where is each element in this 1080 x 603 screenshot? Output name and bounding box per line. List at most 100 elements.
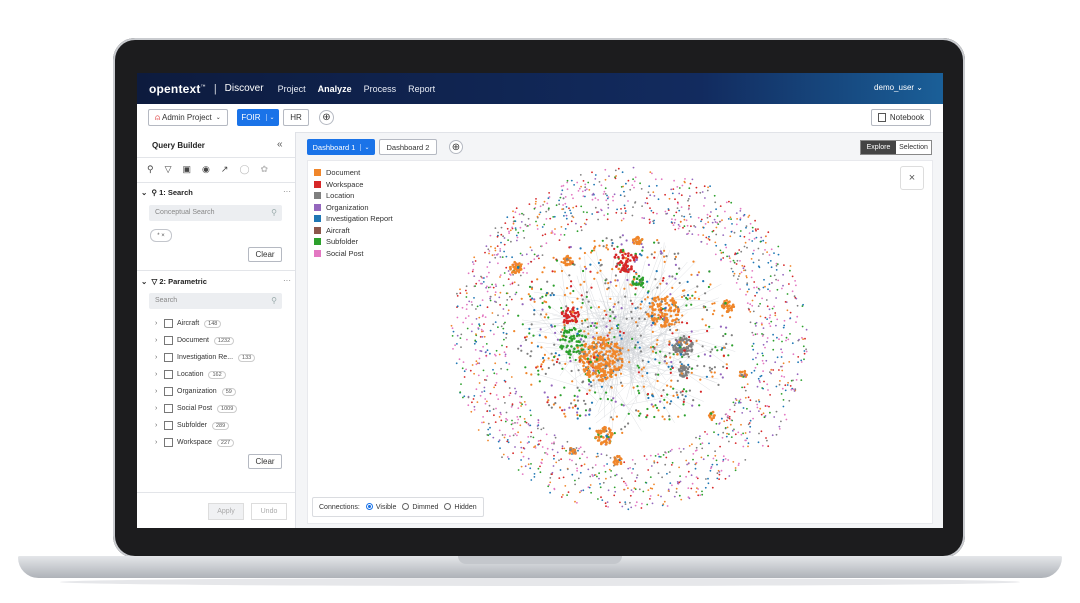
- graph-node[interactable]: [728, 257, 731, 259]
- graph-node[interactable]: [538, 443, 540, 445]
- graph-node[interactable]: [490, 245, 492, 248]
- add-dashboard-button[interactable]: ⊕: [449, 140, 463, 154]
- graph-node[interactable]: [527, 262, 530, 265]
- graph-node[interactable]: [749, 303, 752, 306]
- graph-node[interactable]: [530, 280, 533, 283]
- graph-node[interactable]: [706, 329, 709, 333]
- graph-node[interactable]: [665, 255, 668, 258]
- graph-node[interactable]: [479, 304, 482, 307]
- graph-node[interactable]: [654, 278, 657, 281]
- graph-node[interactable]: [735, 282, 738, 284]
- graph-node[interactable]: [540, 428, 543, 431]
- graph-node[interactable]: [732, 429, 735, 432]
- graph-node[interactable]: [630, 489, 633, 491]
- graph-node[interactable]: [686, 463, 688, 466]
- graph-node[interactable]: [674, 228, 677, 231]
- graph-node[interactable]: [504, 355, 507, 358]
- graph-node[interactable]: [533, 253, 536, 256]
- graph-node[interactable]: [627, 412, 630, 415]
- graph-node[interactable]: [565, 449, 567, 452]
- graph-node[interactable]: [613, 345, 616, 348]
- graph-node[interactable]: [643, 455, 646, 457]
- graph-node[interactable]: [519, 274, 522, 277]
- graph-node[interactable]: [456, 334, 459, 337]
- graph-node[interactable]: [789, 333, 791, 335]
- graph-node[interactable]: [581, 190, 584, 193]
- graph-node[interactable]: [558, 203, 561, 206]
- graph-node[interactable]: [663, 323, 666, 327]
- graph-node[interactable]: [506, 440, 509, 443]
- graph-node[interactable]: [673, 214, 675, 217]
- graph-node[interactable]: [646, 372, 649, 375]
- graph-node[interactable]: [650, 403, 653, 406]
- graph-node[interactable]: [789, 317, 792, 319]
- graph-node[interactable]: [649, 487, 652, 490]
- graph-node[interactable]: [624, 295, 627, 298]
- graph-node[interactable]: [529, 409, 532, 412]
- graph-node[interactable]: [666, 384, 669, 387]
- graph-node[interactable]: [589, 475, 592, 478]
- graph-node[interactable]: [690, 348, 694, 351]
- graph-node[interactable]: [639, 284, 643, 287]
- graph-node[interactable]: [751, 240, 754, 242]
- graph-node[interactable]: [644, 202, 647, 204]
- graph-node[interactable]: [592, 356, 596, 359]
- graph-node[interactable]: [617, 353, 620, 356]
- graph-node[interactable]: [680, 363, 683, 366]
- graph-node[interactable]: [614, 490, 617, 493]
- graph-node[interactable]: [746, 290, 749, 293]
- graph-node[interactable]: [564, 196, 567, 198]
- radio-hidden[interactable]: Hidden: [444, 503, 477, 511]
- graph-node[interactable]: [542, 356, 545, 360]
- graph-node[interactable]: [598, 477, 600, 480]
- graph-node[interactable]: [713, 218, 716, 221]
- graph-node[interactable]: [614, 279, 617, 282]
- graph-node[interactable]: [606, 248, 610, 251]
- graph-node[interactable]: [719, 205, 722, 207]
- graph-node[interactable]: [672, 345, 675, 348]
- graph-node[interactable]: [465, 285, 468, 288]
- graph-node[interactable]: [588, 427, 591, 430]
- graph-node[interactable]: [566, 440, 569, 443]
- graph-node[interactable]: [476, 305, 479, 308]
- graph-node[interactable]: [796, 373, 799, 376]
- graph-node[interactable]: [515, 229, 517, 231]
- graph-node[interactable]: [473, 297, 475, 299]
- graph-node[interactable]: [504, 402, 506, 404]
- graph-node[interactable]: [734, 467, 737, 469]
- graph-node[interactable]: [657, 241, 660, 244]
- graph-node[interactable]: [685, 390, 688, 393]
- graph-node[interactable]: [656, 379, 659, 383]
- graph-node[interactable]: [754, 294, 756, 297]
- graph-node[interactable]: [749, 399, 752, 402]
- graph-node[interactable]: [545, 313, 548, 316]
- graph-node[interactable]: [550, 406, 553, 409]
- graph-node[interactable]: [708, 325, 711, 328]
- graph-node[interactable]: [647, 489, 650, 491]
- graph-node[interactable]: [680, 369, 684, 373]
- graph-node[interactable]: [686, 294, 690, 297]
- graph-node[interactable]: [503, 272, 506, 274]
- graph-node[interactable]: [564, 335, 568, 339]
- graph-node[interactable]: [680, 295, 684, 299]
- graph-node[interactable]: [673, 221, 676, 224]
- graph-node[interactable]: [566, 468, 569, 471]
- graph-node[interactable]: [644, 311, 647, 314]
- graph-node[interactable]: [582, 380, 585, 383]
- graph-node[interactable]: [586, 211, 588, 214]
- graph-node[interactable]: [614, 253, 618, 257]
- graph-node[interactable]: [501, 456, 503, 459]
- nav-analyze[interactable]: Analyze: [318, 84, 352, 94]
- graph-node[interactable]: [596, 452, 599, 455]
- graph-node[interactable]: [787, 338, 790, 341]
- graph-node[interactable]: [676, 353, 679, 356]
- graph-node[interactable]: [730, 230, 733, 233]
- graph-node[interactable]: [563, 215, 565, 217]
- graph-node[interactable]: [609, 342, 613, 346]
- graph-node[interactable]: [630, 506, 633, 509]
- graph-node[interactable]: [672, 353, 675, 356]
- graph-node[interactable]: [580, 226, 582, 228]
- graph-node[interactable]: [518, 213, 521, 216]
- nav-project[interactable]: Project: [278, 84, 306, 94]
- graph-node[interactable]: [704, 486, 707, 489]
